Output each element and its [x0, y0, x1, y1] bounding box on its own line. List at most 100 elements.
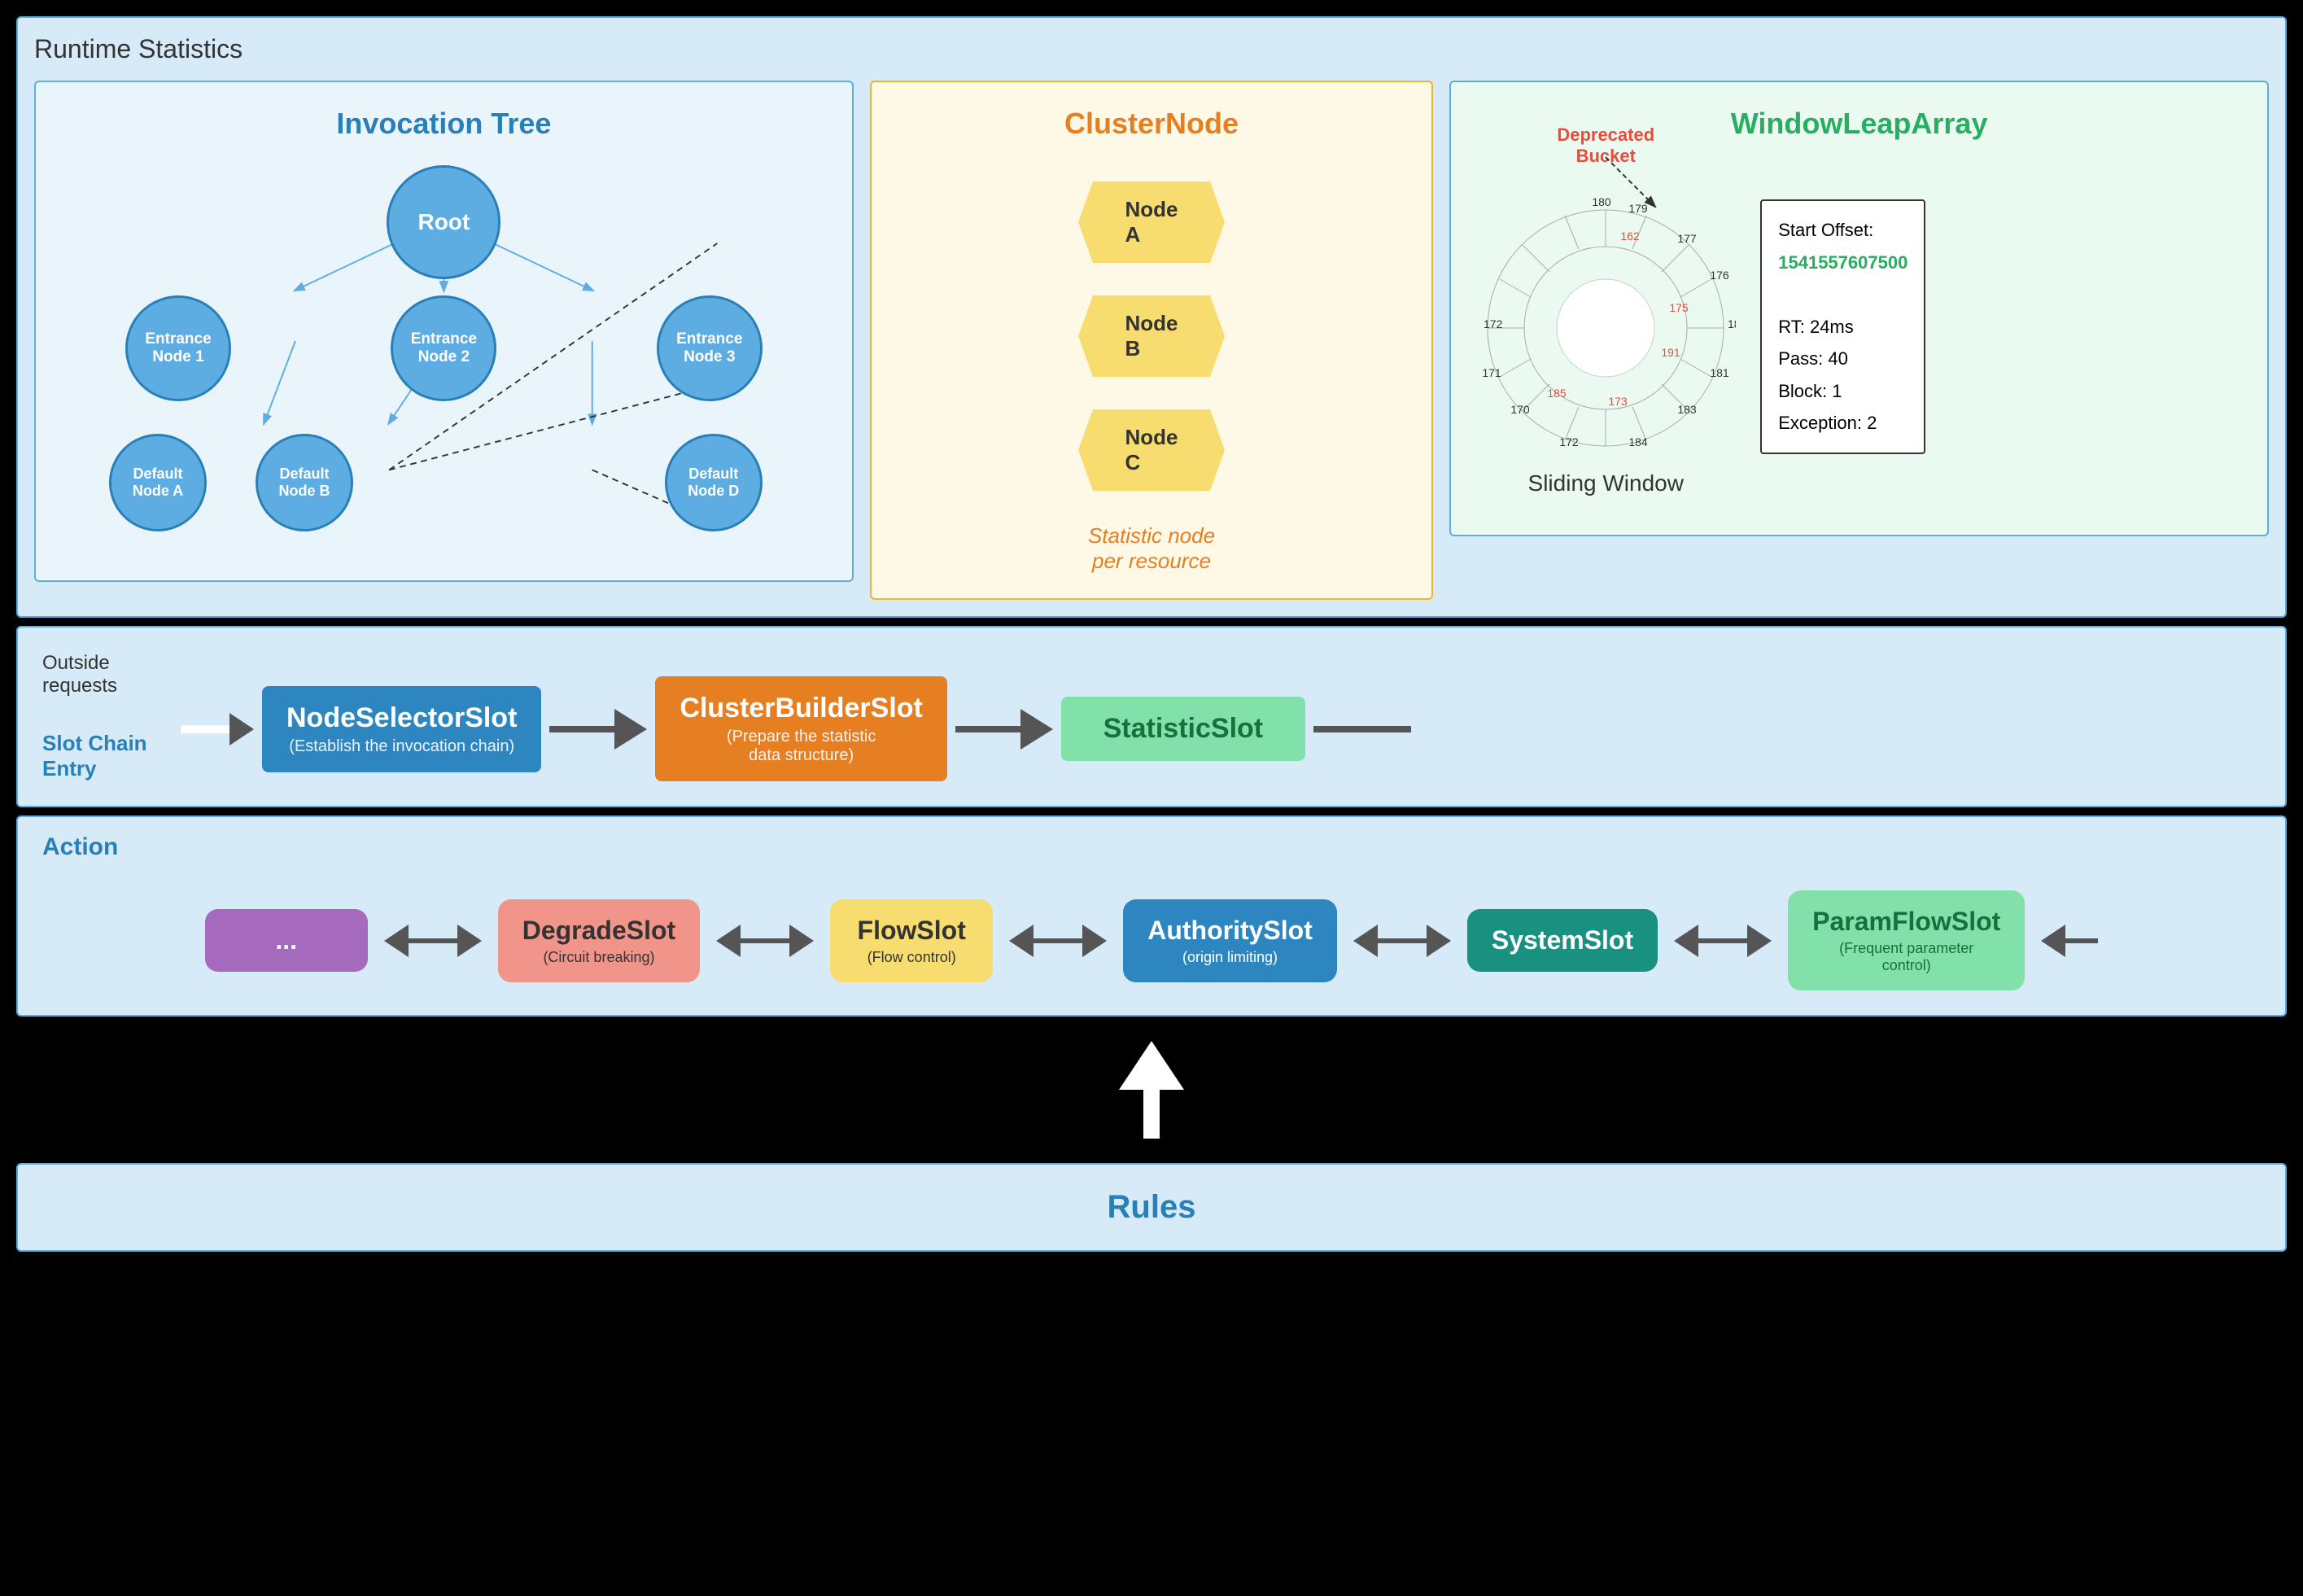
svg-text:171: 171 — [1483, 366, 1502, 379]
svg-text:170: 170 — [1511, 403, 1531, 416]
rules-title: Rules — [1108, 1189, 1196, 1226]
up-arrow-container — [16, 1025, 2287, 1155]
invocation-tree-box: Invocation Tree — [34, 81, 854, 582]
node-selector-slot[interactable]: NodeSelectorSlot (Establish the invocati… — [262, 686, 541, 772]
arrow-line-h-2 — [741, 938, 789, 943]
cluster-builder-subtitle: (Prepare the statisticdata structure) — [680, 728, 922, 765]
svg-text:172: 172 — [1560, 435, 1580, 448]
up-arrow-line — [1143, 1090, 1160, 1139]
wheel-svg: 180 179 177 176 181 181 183 184 172 17 — [1475, 198, 1736, 458]
up-arrow-head — [1119, 1041, 1184, 1090]
start-offset-label: Start Offset: 1541557607500 — [1778, 214, 1908, 278]
block-value: Block: 1 — [1778, 375, 1908, 408]
cluster-subtitle: Statistic nodeper resource — [1088, 523, 1215, 574]
degrade-title: DegradeSlot — [522, 916, 675, 946]
param-flow-slot[interactable]: ParamFlowSlot (Frequent parametercontrol… — [1788, 890, 2025, 990]
tree-node-defaultA: DefaultNode A — [109, 434, 207, 531]
authority-title: AuthoritySlot — [1147, 916, 1313, 946]
input-arrow — [181, 713, 254, 746]
bidir-arrow-2 — [716, 925, 814, 957]
cluster-node-title: ClusterNode — [1064, 107, 1239, 141]
svg-text:191: 191 — [1662, 346, 1681, 359]
svg-text:181: 181 — [1711, 366, 1730, 379]
param-flow-title: ParamFlowSlot — [1812, 907, 2000, 937]
tree-node-entrance2: EntranceNode 2 — [391, 295, 496, 401]
main-container: Runtime Statistics Invocation Tree — [0, 0, 2303, 1596]
ellipsis-slot[interactable]: ... — [205, 909, 368, 972]
start-offset-value: 1541557607500 — [1778, 252, 1908, 273]
input-bar — [181, 725, 229, 733]
sliding-window-info: Start Offset: 1541557607500 RT: 24ms Pas… — [1760, 199, 1925, 454]
bidir-arrow-5 — [1674, 925, 1772, 957]
svg-text:184: 184 — [1629, 435, 1649, 448]
runtime-section-title: Runtime Statistics — [34, 34, 2269, 64]
action-inner: ... DegradeSlot (Circuit breaking) — [50, 890, 2253, 990]
svg-text:162: 162 — [1621, 230, 1641, 243]
cluster-node-box: ClusterNode NodeA NodeB NodeC Statistic … — [870, 81, 1434, 600]
system-title: SystemSlot — [1492, 925, 1633, 955]
arrow-line-1 — [549, 726, 614, 732]
sliding-window-area: DeprecatedBucket — [1475, 157, 2243, 496]
authority-slot[interactable]: AuthoritySlot (origin limiting) — [1123, 899, 1337, 982]
param-flow-subtitle: (Frequent parametercontrol) — [1812, 940, 2000, 974]
arrow-line-2 — [955, 726, 1020, 732]
cluster-builder-title: ClusterBuilderSlot — [680, 693, 922, 724]
invocation-tree-title: Invocation Tree — [60, 107, 828, 141]
flow-slot[interactable]: FlowSlot (Flow control) — [830, 899, 993, 982]
bidir-arrow-3 — [1009, 925, 1107, 957]
arrow-right-4 — [1427, 925, 1451, 957]
cluster-node-B: NodeB — [1078, 295, 1225, 377]
arrow-left-2 — [716, 925, 741, 957]
deprecated-arrow-svg — [1606, 157, 1768, 222]
arrow-left-4 — [1353, 925, 1378, 957]
statistic-slot-title: StatisticSlot — [1086, 713, 1281, 745]
bidir-arrow-4 — [1353, 925, 1451, 957]
system-slot[interactable]: SystemSlot — [1467, 909, 1658, 972]
rules-section: Rules — [16, 1163, 2287, 1252]
svg-text:181: 181 — [1728, 317, 1736, 330]
degrade-slot[interactable]: DegradeSlot (Circuit breaking) — [498, 899, 700, 982]
degrade-subtitle: (Circuit breaking) — [522, 949, 675, 966]
svg-text:183: 183 — [1678, 403, 1698, 416]
tree-node-entrance1: EntranceNode 1 — [125, 295, 231, 401]
wheel-container: 180 179 177 176 181 181 183 184 172 17 — [1475, 198, 1736, 458]
arrow-line-h-1 — [409, 938, 457, 943]
svg-text:173: 173 — [1609, 395, 1628, 408]
cluster-builder-slot[interactable]: ClusterBuilderSlot (Prepare the statisti… — [655, 676, 946, 781]
flow-title: FlowSlot — [854, 916, 968, 946]
trailing-arrow-head — [2041, 925, 2065, 957]
tree-node-defaultD: DefaultNode D — [665, 434, 763, 531]
statistic-slot[interactable]: StatisticSlot — [1061, 697, 1305, 761]
svg-text:172: 172 — [1484, 317, 1503, 330]
slot-chain-section: Outsiderequests Slot ChainEntry NodeSele… — [16, 626, 2287, 807]
window-leap-box: WindowLeapArray DeprecatedBucket — [1449, 81, 2269, 536]
arrow-line-3 — [1313, 726, 1411, 732]
arrow-left-3 — [1009, 925, 1034, 957]
arrow-right-1 — [457, 925, 482, 957]
rt-value: RT: 24ms — [1778, 311, 1908, 343]
arrow-right-3 — [1082, 925, 1107, 957]
arrow-left-5 — [1674, 925, 1698, 957]
up-arrow — [1119, 1041, 1184, 1139]
runtime-section: Runtime Statistics Invocation Tree — [16, 16, 2287, 618]
slot-chain-inner: NodeSelectorSlot (Establish the invocati… — [50, 652, 2253, 781]
arrow-line-h-5 — [1698, 938, 1747, 943]
tree-container: Root EntranceNode 1 EntranceNode 2 Entra… — [60, 165, 828, 556]
input-arrow-head — [229, 713, 254, 746]
arrow-line-h-3 — [1034, 938, 1082, 943]
svg-text:177: 177 — [1678, 232, 1698, 245]
arrow-3 — [1313, 726, 1411, 732]
sliding-window-label: Sliding Window — [1528, 470, 1684, 496]
svg-text:185: 185 — [1548, 387, 1567, 400]
svg-text:175: 175 — [1670, 301, 1689, 314]
action-section: Action ... DegradeSlot (Circuit breaking… — [16, 815, 2287, 1017]
ellipsis-title: ... — [229, 925, 343, 955]
arrow-1 — [549, 709, 647, 750]
cluster-node-A: NodeA — [1078, 181, 1225, 263]
arrow-2 — [955, 709, 1053, 750]
action-label: Action — [42, 833, 118, 861]
node-selector-subtitle: (Establish the invocation chain) — [286, 737, 517, 756]
arrow-right-5 — [1747, 925, 1772, 957]
pass-value: Pass: 40 — [1778, 343, 1908, 375]
svg-text:176: 176 — [1711, 269, 1730, 282]
